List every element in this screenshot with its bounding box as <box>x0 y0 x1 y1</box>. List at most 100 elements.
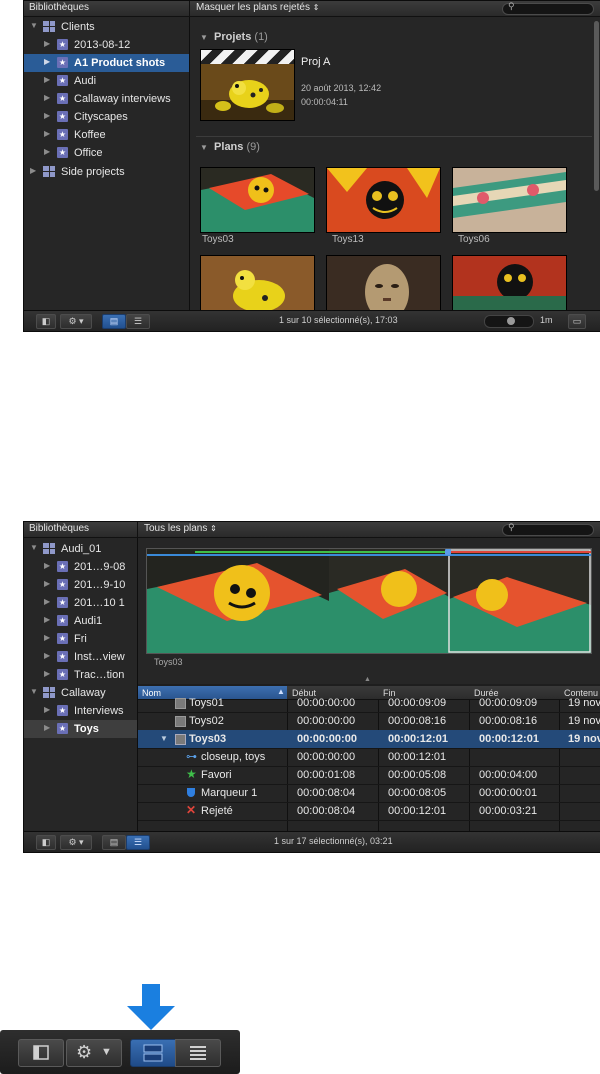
disclosure-closed-icon[interactable]: ▶ <box>44 39 50 48</box>
filmstrip-view-button[interactable]: ▤ <box>102 314 126 329</box>
clip-name: Toys13 <box>332 234 364 245</box>
sidebar-item-event-selected[interactable]: ▶ ★ Toys <box>24 720 137 738</box>
clip-icon <box>175 734 186 745</box>
search-field[interactable]: ⚲ <box>502 1 594 15</box>
sidebar-item-event[interactable]: ▶ ★ 201…9-10 <box>24 576 137 594</box>
disclosure-closed-icon[interactable]: ▶ <box>30 166 36 175</box>
disclosure-closed-icon[interactable]: ▶ <box>44 561 50 570</box>
disclosure-closed-icon[interactable]: ▶ <box>44 615 50 624</box>
action-menu-button[interactable]: ⚙ ▾ <box>60 835 92 850</box>
disclosure-open-icon[interactable]: ▼ <box>30 21 38 30</box>
keyword-range-bar <box>147 554 591 556</box>
gear-icon: ⚙ ▾ <box>68 316 84 326</box>
sidebar-item-event[interactable]: ▶ ★ Audi1 <box>24 612 137 630</box>
sidebar-item-library[interactable]: ▼ Audi_01 <box>24 540 137 558</box>
projects-section-header[interactable]: ▼ Projets (1) <box>200 31 268 43</box>
table-row-rejected[interactable]: ✕ Rejeté 00:00:08:04 00:00:12:01 00:00:0… <box>138 802 600 821</box>
zoom-slider-knob[interactable] <box>507 317 515 325</box>
clip-thumbnail[interactable] <box>452 167 567 233</box>
sidebar-item-event[interactable]: ▶ ★ Cityscapes <box>24 108 189 126</box>
vertical-scrollbar[interactable] <box>594 21 599 191</box>
clips-section-header[interactable]: ▼ Plans (9) <box>200 141 260 153</box>
event-star-icon: ★ <box>57 615 68 626</box>
clip-thumbnail[interactable] <box>326 255 441 317</box>
sidebar-item-event[interactable]: ▶ ★ Fri <box>24 630 137 648</box>
sidebar-item-event-selected[interactable]: ▶ ★ A1 Product shots <box>24 54 189 72</box>
sidebar-toggle-button[interactable]: ◧ <box>36 314 56 329</box>
disclosure-open-icon[interactable]: ▼ <box>160 734 168 743</box>
action-menu-button[interactable]: ⚙ ▼ <box>66 1039 122 1067</box>
sidebar-item-event[interactable]: ▶ ★ 2013-08-12 <box>24 36 189 54</box>
project-name[interactable]: Proj A <box>301 56 330 68</box>
filmstrip-view-button[interactable]: ▤ <box>102 835 126 850</box>
list-view-button[interactable] <box>175 1039 221 1067</box>
disclosure-closed-icon[interactable]: ▶ <box>44 147 50 156</box>
list-view-button[interactable]: ☰ <box>126 314 150 329</box>
clip-thumbnail[interactable] <box>200 255 315 317</box>
sidebar-item-event[interactable]: ▶ ★ Office <box>24 144 189 162</box>
disclosure-closed-icon[interactable]: ▶ <box>44 597 50 606</box>
clip-icon <box>175 716 186 727</box>
disclosure-closed-icon[interactable]: ▶ <box>44 651 50 660</box>
clip-image-toys03 <box>201 168 314 232</box>
sidebar-item-event[interactable]: ▶ ★ Trac…tion <box>24 666 137 684</box>
sidebar-toggle-button[interactable]: ◧ <box>36 835 56 850</box>
sidebar-toggle-icon <box>33 1045 49 1060</box>
sidebar-item-event[interactable]: ▶ ★ 201…9-08 <box>24 558 137 576</box>
event-star-icon: ★ <box>57 723 68 734</box>
down-arrow-icon <box>127 984 175 1030</box>
sidebar-item-side-projects[interactable]: ▶ Side projects <box>24 163 189 181</box>
sidebar-item-event[interactable]: ▶ ★ Inst…view <box>24 648 137 666</box>
table-row-favorite[interactable]: ★ Favori 00:00:01:08 00:00:05:08 00:00:0… <box>138 766 600 785</box>
sidebar-toggle-button[interactable] <box>18 1039 64 1067</box>
table-row-keyword[interactable]: ⊶ closeup, toys 00:00:00:00 00:00:12:01 <box>138 748 600 767</box>
clip-filter-popup[interactable]: Masquer les plans rejetés ⇕ <box>196 2 319 13</box>
clip-filter-label: Tous les plans <box>144 523 208 534</box>
project-thumbnail[interactable] <box>200 49 295 121</box>
sidebar-item-event[interactable]: ▶ ★ 201…10 1 <box>24 594 137 612</box>
disclosure-closed-icon[interactable]: ▶ <box>44 75 50 84</box>
project-thumbnail-image <box>201 64 294 120</box>
clip-thumbnail[interactable] <box>200 167 315 233</box>
browser-top-bar: Bibliothèques Tous les plans ⇕ ⚲ <box>24 522 600 538</box>
disclosure-closed-icon[interactable]: ▶ <box>44 57 50 66</box>
library-icon <box>43 166 55 177</box>
disclosure-closed-icon[interactable]: ▶ <box>44 669 50 678</box>
action-menu-button[interactable]: ⚙ ▾ <box>60 314 92 329</box>
disclosure-closed-icon[interactable]: ▶ <box>44 633 50 642</box>
sidebar-item-event[interactable]: ▶ ★ Koffee <box>24 126 189 144</box>
playhead-marker-icon[interactable] <box>445 549 451 555</box>
selected-clip-filmstrip[interactable] <box>146 548 592 654</box>
filmstrip-view-button[interactable] <box>130 1039 176 1067</box>
sidebar-item-event[interactable]: ▶ ★ Audi <box>24 72 189 90</box>
clip-thumbnail[interactable] <box>326 167 441 233</box>
event-star-icon: ★ <box>57 147 68 158</box>
table-row-selected[interactable]: ▼ Toys03 00:00:00:00 00:00:12:01 00:00:1… <box>138 730 600 749</box>
table-row[interactable]: Toys01 00:00:00:00 00:00:09:09 00:00:09:… <box>138 694 600 713</box>
disclosure-closed-icon[interactable]: ▶ <box>44 705 50 714</box>
clip-filter-popup[interactable]: Tous les plans ⇕ <box>144 523 217 534</box>
zoom-slider[interactable] <box>484 315 534 328</box>
disclosure-closed-icon[interactable]: ▶ <box>44 723 50 732</box>
disclosure-closed-icon[interactable]: ▶ <box>44 129 50 138</box>
disclosure-open-icon[interactable]: ▼ <box>30 543 38 552</box>
clip-appearance-button[interactable]: ▭ <box>568 314 586 329</box>
disclosure-open-icon[interactable]: ▼ <box>200 33 208 42</box>
sidebar-item-library[interactable]: ▼ Callaway <box>24 684 137 702</box>
clip-thumbnail[interactable] <box>452 255 567 317</box>
library-icon <box>43 21 55 32</box>
disclosure-open-icon[interactable]: ▼ <box>200 143 208 152</box>
search-field[interactable]: ⚲ <box>502 522 594 536</box>
sidebar-item-event[interactable]: ▶ ★ Interviews <box>24 702 137 720</box>
section-divider <box>196 136 592 137</box>
list-view-button[interactable]: ☰ <box>126 835 150 850</box>
disclosure-closed-icon[interactable]: ▶ <box>44 111 50 120</box>
sidebar-item-event[interactable]: ▶ ★ Callaway interviews <box>24 90 189 108</box>
sidebar-item-clients[interactable]: ▼ Clients <box>24 18 189 36</box>
disclosure-closed-icon[interactable]: ▶ <box>44 93 50 102</box>
splitter-handle-icon[interactable]: ▲ <box>364 676 371 683</box>
disclosure-closed-icon[interactable]: ▶ <box>44 579 50 588</box>
table-row-marker[interactable]: Marqueur 1 00:00:08:04 00:00:08:05 00:00… <box>138 784 600 803</box>
disclosure-open-icon[interactable]: ▼ <box>30 687 38 696</box>
table-row[interactable]: Toys02 00:00:00:00 00:00:08:16 00:00:08:… <box>138 712 600 731</box>
